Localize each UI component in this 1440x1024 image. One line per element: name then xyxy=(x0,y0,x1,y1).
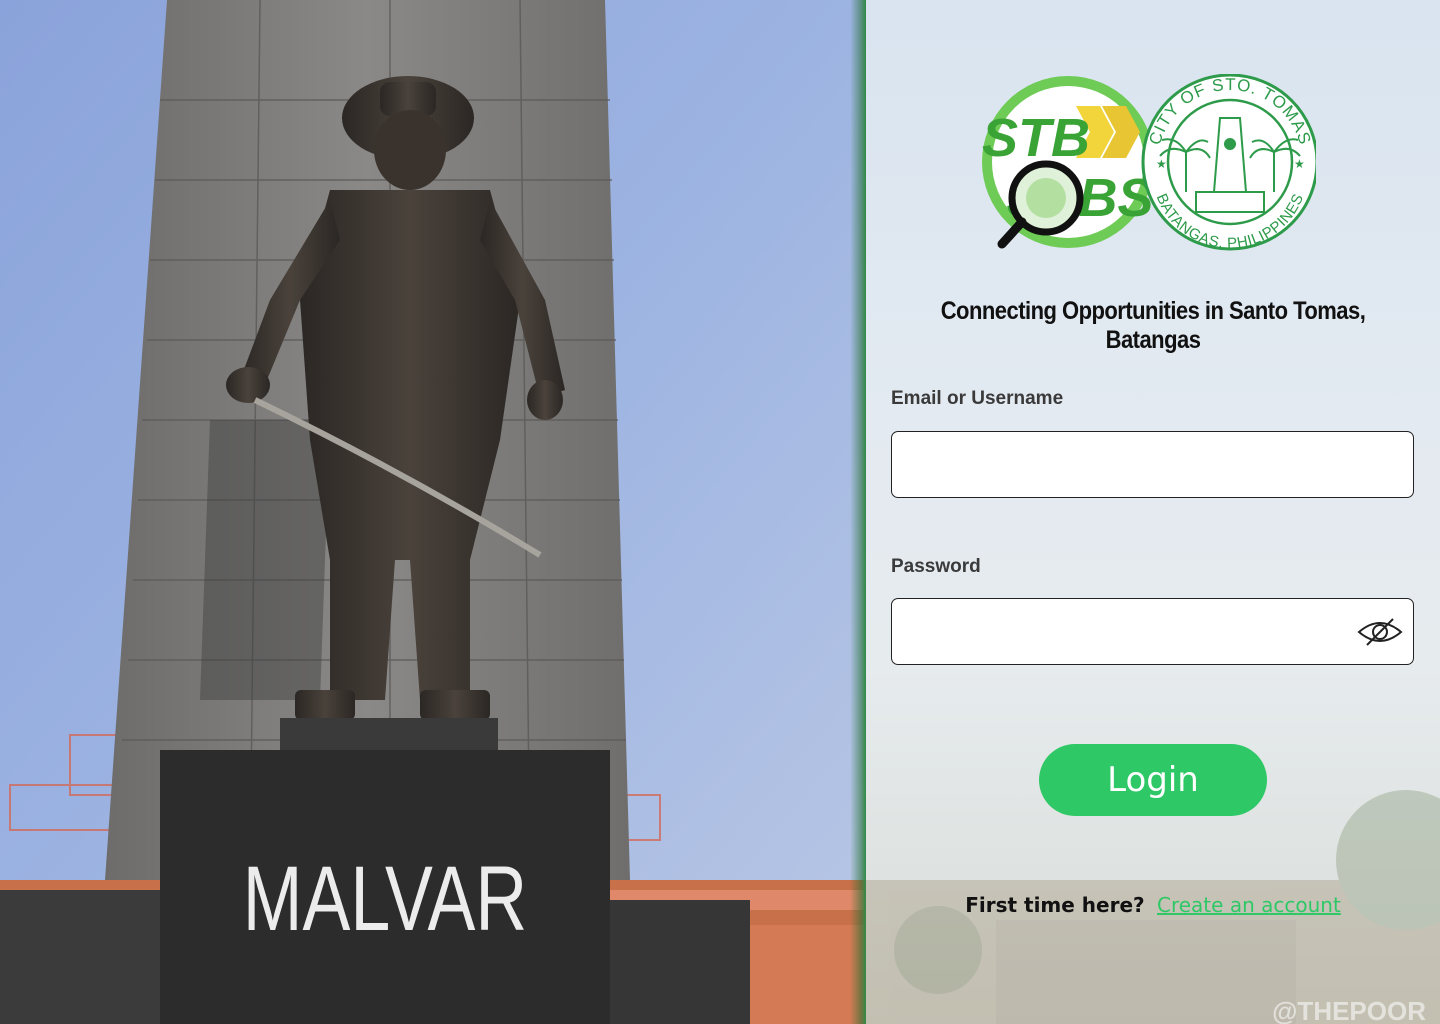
create-account-link[interactable]: Create an account xyxy=(1157,893,1341,917)
tagline: Connecting Opportunities in Santo Tomas,… xyxy=(940,297,1366,354)
photo-watermark: @THEPOOR xyxy=(1272,996,1426,1024)
monument-inscription: MALVAR xyxy=(243,847,527,950)
signup-question: First time here? xyxy=(965,893,1145,917)
panel-edge xyxy=(850,0,866,1024)
login-panel: @THEPOOR STB JOBS CITY xyxy=(866,0,1440,1024)
email-input[interactable] xyxy=(892,432,1368,497)
password-label: Password xyxy=(891,556,981,577)
svg-text:★: ★ xyxy=(1156,157,1167,171)
signup-prompt: First time here? Create an account xyxy=(866,893,1440,917)
password-input[interactable] xyxy=(892,599,1368,664)
email-label: Email or Username xyxy=(891,388,1064,409)
logos: STB JOBS CITY OF STO. TOMAS BATANGAS, PH… xyxy=(982,74,1316,252)
login-button[interactable]: Login xyxy=(1039,744,1267,816)
city-seal-logo: CITY OF STO. TOMAS BATANGAS, PHILIPPINES… xyxy=(1141,74,1316,252)
stb-logo-text: STB xyxy=(982,108,1090,168)
stb-jobs-logo: STB JOBS xyxy=(982,76,1154,249)
password-field[interactable] xyxy=(891,598,1414,665)
email-field[interactable] xyxy=(891,431,1414,498)
eye-slash-icon[interactable] xyxy=(1357,616,1403,648)
svg-text:★: ★ xyxy=(1294,157,1305,171)
hero-image: MALVAR xyxy=(0,0,866,1024)
